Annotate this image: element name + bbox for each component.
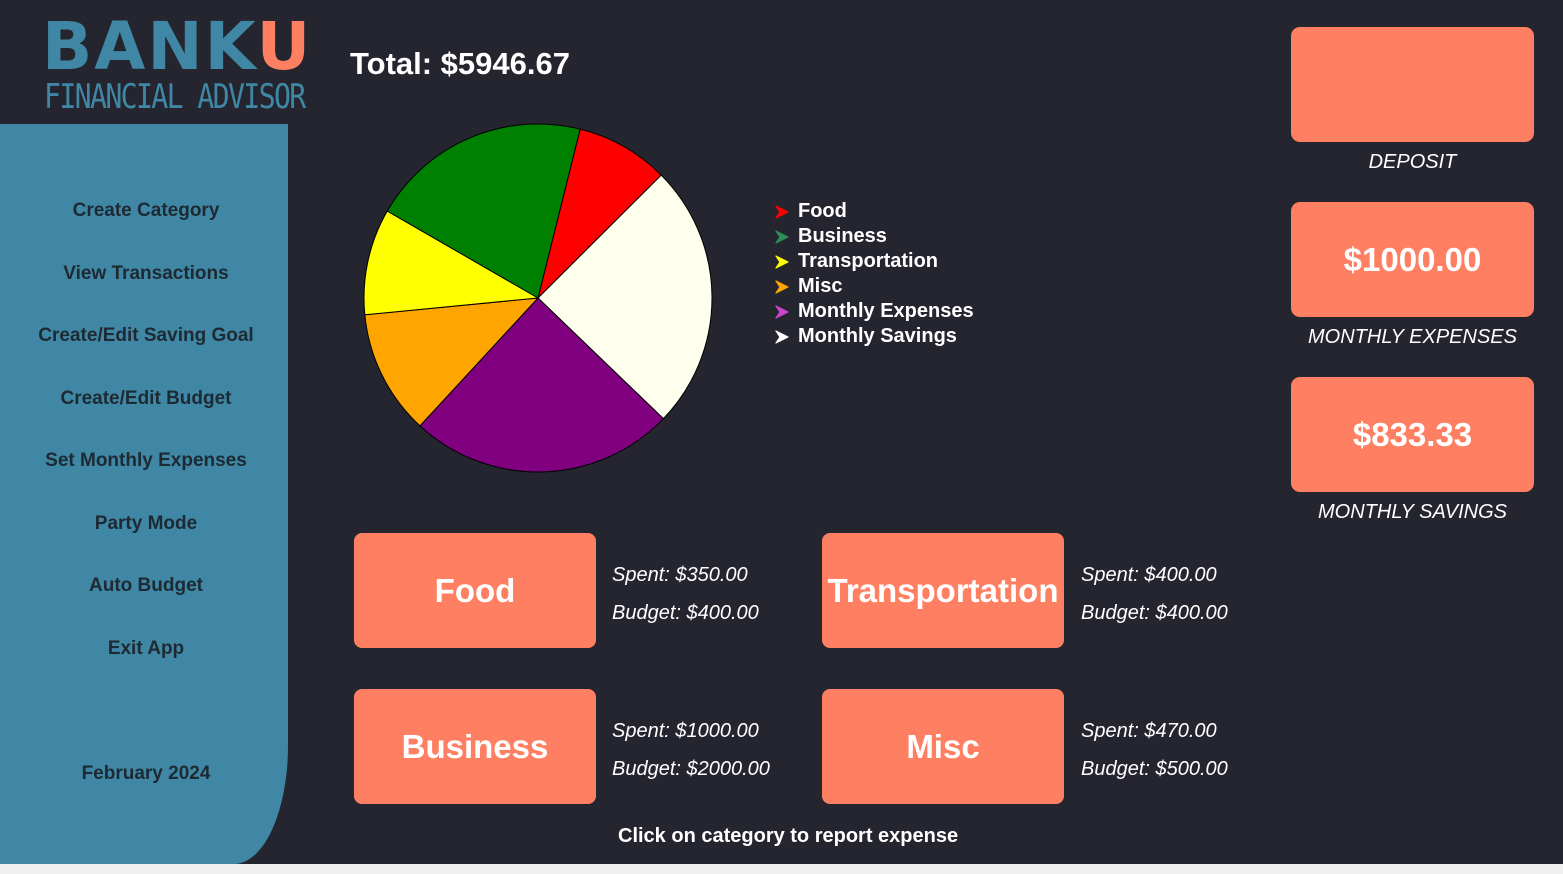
category-button-food[interactable]: Food [354, 533, 596, 648]
category-button-transportation[interactable]: Transportation [822, 533, 1064, 648]
category-button-business[interactable]: Business [354, 689, 596, 804]
sidebar-item-party-mode[interactable]: Party Mode [0, 513, 292, 535]
sidebar-item-saving-goal[interactable]: Create/Edit Saving Goal [0, 325, 292, 347]
category-budget: Budget: $500.00 [1081, 758, 1228, 780]
monthly-savings-button[interactable]: $833.33 [1291, 377, 1534, 492]
legend-label: Transportation [798, 250, 939, 272]
pie-slice-monthly-savings [386, 123, 581, 299]
instruction-text: Click on category to report expense [618, 825, 959, 847]
legend-item: Food [774, 199, 974, 224]
legend-arrow-icon [775, 254, 789, 269]
total-balance: Total: $5946.67 [350, 46, 570, 81]
legend-item: Misc [774, 274, 974, 299]
pie-slice-monthly-expenses [419, 297, 665, 473]
pie-slice-misc [364, 297, 540, 427]
monthly-expenses-label: MONTHLY EXPENSES [1308, 326, 1517, 348]
sidebar: Create Category View Transactions Create… [0, 124, 288, 864]
legend-arrow-icon [775, 204, 789, 219]
legend-item: Business [774, 224, 974, 249]
deposit-button[interactable] [1291, 27, 1534, 142]
category-info-food: Spent: $350.00 Budget: $400.00 [612, 563, 759, 639]
sidebar-item-view-transactions[interactable]: View Transactions [0, 263, 292, 285]
legend-label: Monthly Savings [798, 325, 957, 347]
legend-label: Misc [798, 275, 843, 297]
app-window: BANKU FINANCIAL ADVISOR Create Category … [0, 0, 1563, 864]
category-info-business: Spent: $1000.00 Budget: $2000.00 [612, 719, 770, 795]
legend-arrow-icon [775, 279, 789, 294]
legend-label: Food [798, 200, 847, 222]
legend-item: Monthly Savings [774, 324, 974, 349]
logo: BANKU FINANCIAL ADVISOR [42, 12, 310, 115]
deposit-label: DEPOSIT [1368, 151, 1457, 173]
legend-arrow-icon [775, 304, 789, 319]
monthly-expenses-button[interactable]: $1000.00 [1291, 202, 1534, 317]
logo-main: BANKU [42, 12, 312, 82]
sidebar-item-auto-budget[interactable]: Auto Budget [0, 575, 292, 597]
chart-legend: Food Business Transportation Misc Monthly Ex… [774, 199, 974, 349]
category-spent: Spent: $1000.00 [612, 720, 759, 742]
monthly-savings-label: MONTHLY SAVINGS [1318, 501, 1507, 523]
sidebar-item-budget[interactable]: Create/Edit Budget [0, 388, 292, 410]
legend-arrow-icon [775, 229, 789, 244]
legend-label: Business [798, 225, 887, 247]
logo-accent-text: U [256, 8, 313, 85]
sidebar-item-create-category[interactable]: Create Category [0, 200, 292, 222]
logo-subtitle: FINANCIAL ADVISOR [44, 77, 306, 117]
legend-label: Monthly Expenses [798, 300, 974, 322]
category-budget: Budget: $2000.00 [612, 758, 770, 780]
pie-slice-transportation [363, 210, 540, 316]
category-budget: Budget: $400.00 [612, 602, 759, 624]
category-info-transportation: Spent: $400.00 Budget: $400.00 [1081, 563, 1228, 639]
sidebar-item-exit-app[interactable]: Exit App [0, 638, 292, 660]
sidebar-item-monthly-expenses[interactable]: Set Monthly Expenses [0, 450, 292, 472]
pie-slice-food [537, 128, 662, 300]
category-spent: Spent: $400.00 [1081, 564, 1217, 586]
category-spent: Spent: $470.00 [1081, 720, 1217, 742]
legend-arrow-icon [775, 329, 789, 344]
legend-item: Monthly Expenses [774, 299, 974, 324]
logo-main-text: BANK [42, 8, 257, 85]
legend-item: Transportation [774, 249, 974, 274]
category-info-misc: Spent: $470.00 Budget: $500.00 [1081, 719, 1228, 795]
pie-slice-business [537, 174, 713, 420]
category-spent: Spent: $350.00 [612, 564, 748, 586]
category-budget: Budget: $400.00 [1081, 602, 1228, 624]
current-month-label: February 2024 [81, 763, 211, 784]
category-button-misc[interactable]: Misc [822, 689, 1064, 804]
